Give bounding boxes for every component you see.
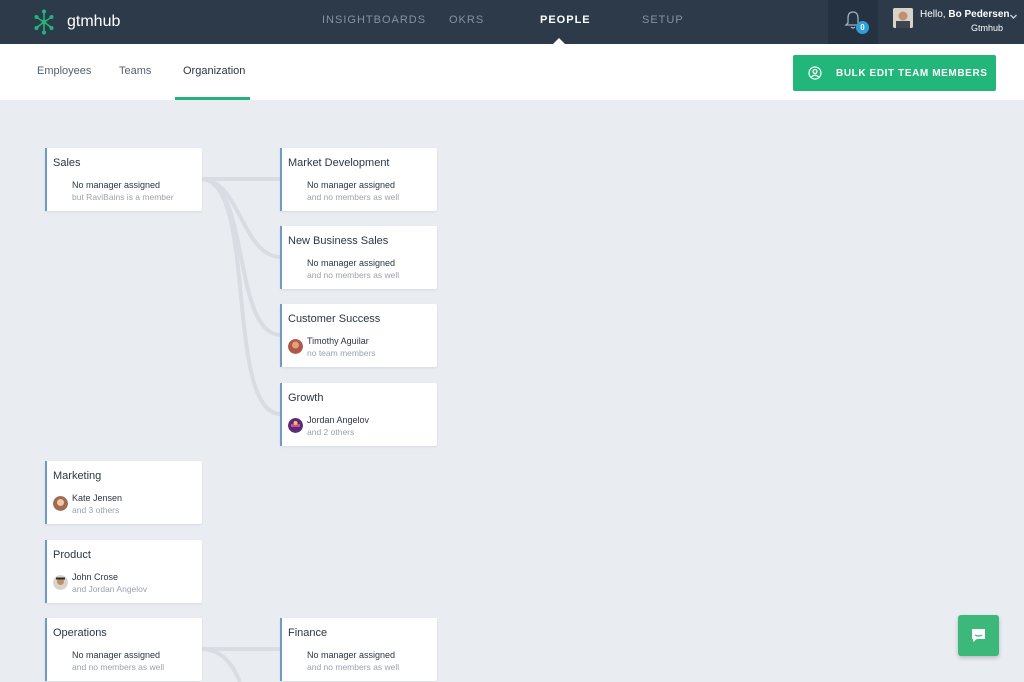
team-manager: John Crose [72,572,119,582]
team-manager: Jordan Angelov [307,415,370,425]
team-card-new-business-sales[interactable]: New Business Sales No manager assigned a… [280,226,437,289]
team-members-summary: and no members as well [307,270,400,280]
gtmhub-logo-icon [34,9,54,35]
avatar [288,418,303,433]
logo[interactable]: gtmhub [34,9,120,35]
user-avatar[interactable] [893,8,913,28]
team-card-sales[interactable]: Sales No manager assigned but RaviBains … [45,148,202,211]
team-name: Finance [288,627,328,639]
team-card-market-development[interactable]: Market Development No manager assigned a… [280,148,437,211]
nav-insightboards[interactable]: INSIGHTBOARDS [322,14,426,26]
bulk-edit-label: BULK EDIT TEAM MEMBERS [836,67,988,79]
team-members-summary: and no members as well [72,662,165,672]
top-navbar: gtmhub INSIGHTBOARDS OKRS PEOPLE SETUP 0… [0,0,1024,44]
team-card-operations[interactable]: Operations No manager assigned and no me… [45,618,202,681]
user-circle-icon [808,66,822,80]
team-name: Product [53,549,91,561]
team-name: Marketing [53,470,102,482]
team-name: Market Development [288,157,390,169]
team-manager: No manager assigned [307,258,396,268]
nav-setup[interactable]: SETUP [642,14,684,26]
notifications-button[interactable]: 0 [828,0,878,44]
team-card-growth[interactable]: Growth Jordan Angelov and 2 others [280,383,437,446]
team-members-summary: and no members as well [307,662,400,672]
tab-organization[interactable]: Organization [183,65,245,77]
team-name: Operations [53,627,107,639]
team-name: Sales [53,157,81,169]
team-members-summary: and Jordan Angelov [72,584,148,594]
user-name: Bo Pedersen [948,9,1010,20]
team-members-summary: and no members as well [307,192,400,202]
team-manager: No manager assigned [72,650,161,660]
notification-count-badge: 0 [856,21,869,34]
team-manager: No manager assigned [307,180,396,190]
chat-support-button[interactable] [958,615,999,656]
user-greeting[interactable]: Hello, Bo Pedersen [920,9,1010,20]
connector-operations-below [200,647,242,682]
team-members-summary: but RaviBains is a member [72,192,174,202]
team-members-summary: and 2 others [307,427,355,437]
team-manager: Kate Jensen [72,493,123,503]
tab-employees[interactable]: Employees [37,65,91,77]
app-name: gtmhub [67,13,121,30]
avatar [53,575,68,590]
sub-navbar: Employees Teams Organization BULK EDIT T… [0,44,1024,100]
team-manager: No manager assigned [307,650,396,660]
team-card-finance[interactable]: Finance No manager assigned and no membe… [280,618,437,681]
nav-people[interactable]: PEOPLE [540,14,591,26]
team-card-marketing[interactable]: Marketing Kate Jensen and 3 others [45,461,202,524]
team-members-summary: no team members [307,348,376,358]
team-members-summary: and 3 others [72,505,120,515]
user-avatar-image [893,8,913,28]
connector-sales-new-business-sales [200,177,282,259]
team-name: Growth [288,392,324,404]
avatar [288,339,303,354]
team-manager: No manager assigned [72,180,161,190]
user-org: Gtmhub [971,23,1004,33]
team-manager: Timothy Aguilar [307,336,369,346]
chat-bubble-icon [972,629,985,642]
bulk-edit-team-members-button[interactable]: BULK EDIT TEAM MEMBERS [793,55,996,91]
team-name: New Business Sales [288,235,389,247]
nav-okrs[interactable]: OKRS [449,14,484,26]
chevron-down-icon[interactable] [1009,12,1018,21]
team-name: Customer Success [288,313,381,325]
tab-teams[interactable]: Teams [119,65,151,77]
team-card-product[interactable]: Product John Crose and Jordan Angelov [45,540,202,603]
avatar [53,496,68,511]
team-card-customer-success[interactable]: Customer Success Timothy Aguilar no team… [280,304,437,367]
